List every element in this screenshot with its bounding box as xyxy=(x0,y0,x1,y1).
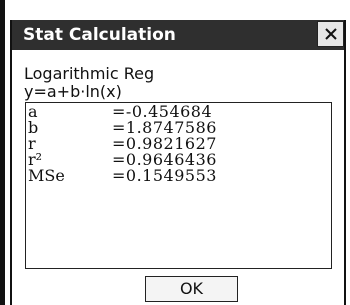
result-label: MSe xyxy=(28,166,65,185)
calculator-screen: Stat Calculation Logarithmic Reg y=a+b·l… xyxy=(0,0,350,305)
results-panel[interactable]: a =-0.454684 b =1.8747586 r =0.9821627 r… xyxy=(25,102,332,269)
result-row-mse: MSe =0.1549553 xyxy=(26,168,326,184)
regression-equation: y=a+b·ln(x) xyxy=(24,82,122,101)
screen-left-border xyxy=(0,0,5,305)
dialog-title: Stat Calculation xyxy=(23,25,176,45)
stat-calculation-dialog: Stat Calculation Logarithmic Reg y=a+b·l… xyxy=(10,20,346,305)
close-button[interactable] xyxy=(317,21,344,47)
dialog-titlebar: Stat Calculation xyxy=(12,20,344,50)
regression-type: Logarithmic Reg xyxy=(24,64,155,83)
ok-button[interactable]: OK xyxy=(145,276,238,302)
close-icon xyxy=(325,28,337,40)
result-value: =0.1549553 xyxy=(112,166,217,185)
